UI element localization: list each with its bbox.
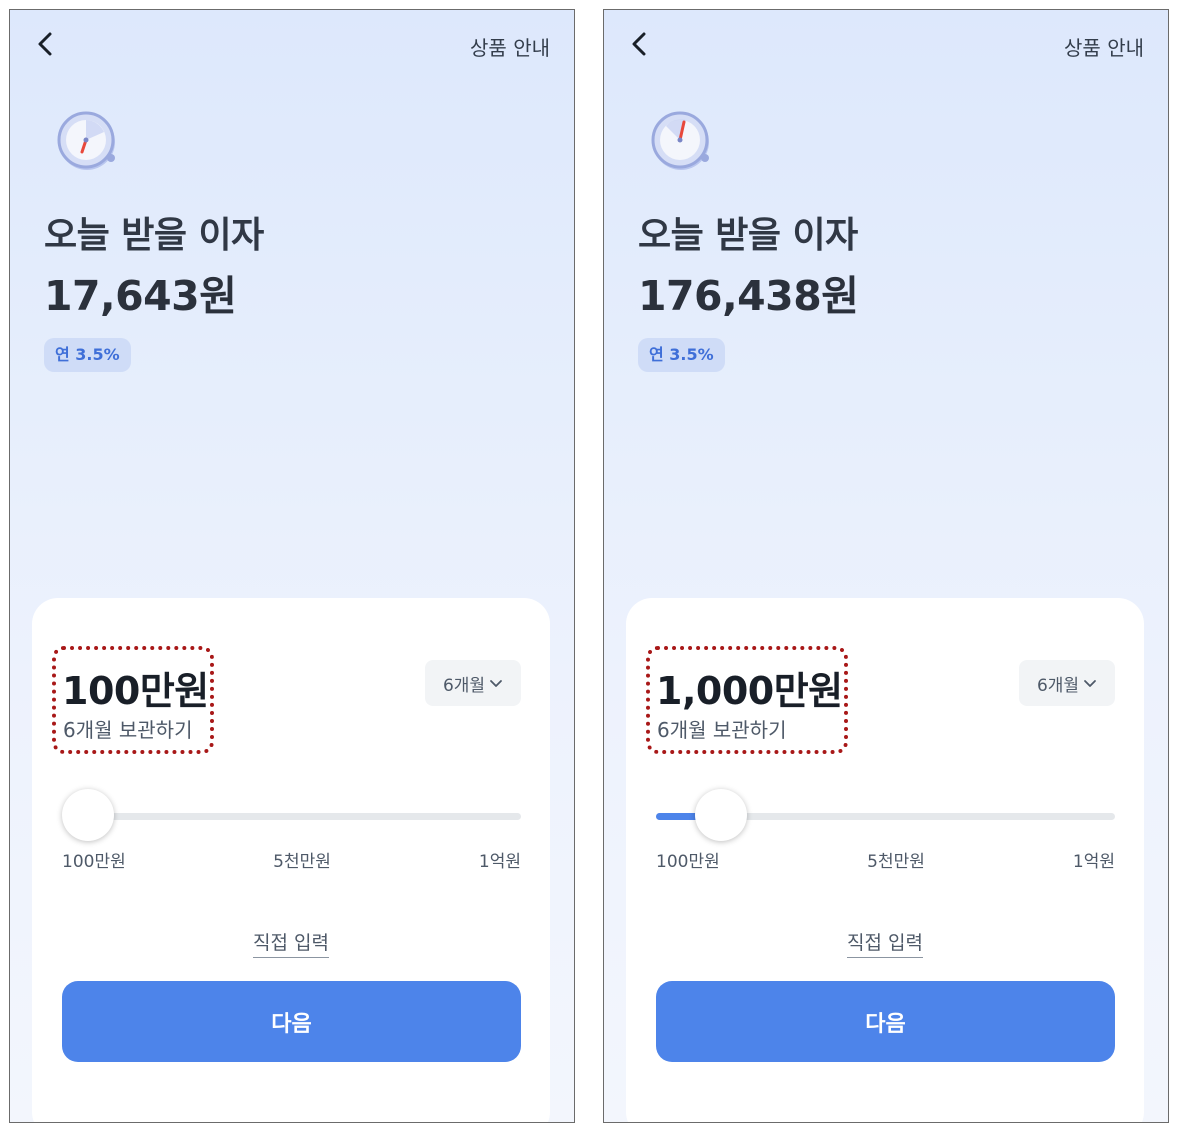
next-button[interactable]: 다음 [62,981,521,1062]
slider-mid-label: 5천만원 [273,852,331,872]
product-info-link[interactable]: 상품 안내 [470,32,550,61]
amount-slider-thumb[interactable] [62,789,114,841]
interest-amount: 176,438원 [638,272,859,320]
deposit-period-text: 6개월 보관하기 [63,718,193,742]
period-label: 6개월 [1036,675,1080,696]
amount-slider-thumb[interactable] [694,789,747,841]
amount-slider-track[interactable] [62,789,521,841]
next-button[interactable]: 다음 [656,981,1115,1062]
back-chevron-icon[interactable] [626,30,654,58]
period-label: 6개월 [442,675,486,696]
rate-badge: 연 3.5% [44,338,131,372]
phone-screen-2: 상품 안내 오늘 받을 이자 176,438원 연 3.5% 1,000만원 6… [603,9,1169,1123]
slider-min-label: 100만원 [62,852,126,872]
interest-amount: 17,643원 [44,272,237,320]
interest-headline: 오늘 받을 이자 [638,215,858,256]
phone-screen-1: 상품 안내 오늘 받을 이자 17,643원 연 3.5% 100만원 6개월 … [9,9,575,1123]
period-dropdown[interactable]: 6개월 [1019,660,1115,706]
back-chevron-icon[interactable] [32,30,60,58]
slider-min-label: 100만원 [656,852,720,872]
product-info-link[interactable]: 상품 안내 [1064,32,1144,61]
deposit-amount: 100만원 [62,669,209,713]
timer-icon [52,106,120,174]
deposit-sheet: 100만원 6개월 보관하기 6개월 100만원 5천만원 1억원 직접 입력 … [32,598,550,1122]
deposit-period-text: 6개월 보관하기 [657,718,787,742]
chevron-down-icon [1084,680,1096,687]
direct-input-link[interactable]: 직접 입력 [253,932,329,958]
direct-input-wrap: 직접 입력 [626,928,1144,958]
slider-max-label: 1억원 [478,852,521,872]
deposit-sheet: 1,000만원 6개월 보관하기 6개월 100만원 5천만원 1억원 직접 입… [626,598,1144,1122]
chevron-down-icon [490,680,502,687]
direct-input-wrap: 직접 입력 [32,928,550,958]
rate-badge: 연 3.5% [638,338,725,372]
slider-max-label: 1억원 [1072,852,1115,872]
slider-mid-label: 5천만원 [867,852,925,872]
direct-input-link[interactable]: 직접 입력 [847,932,923,958]
timer-icon [646,106,714,174]
deposit-amount: 1,000만원 [656,669,843,713]
amount-slider-track[interactable] [656,789,1115,841]
interest-headline: 오늘 받을 이자 [44,215,264,256]
period-dropdown[interactable]: 6개월 [425,660,521,706]
